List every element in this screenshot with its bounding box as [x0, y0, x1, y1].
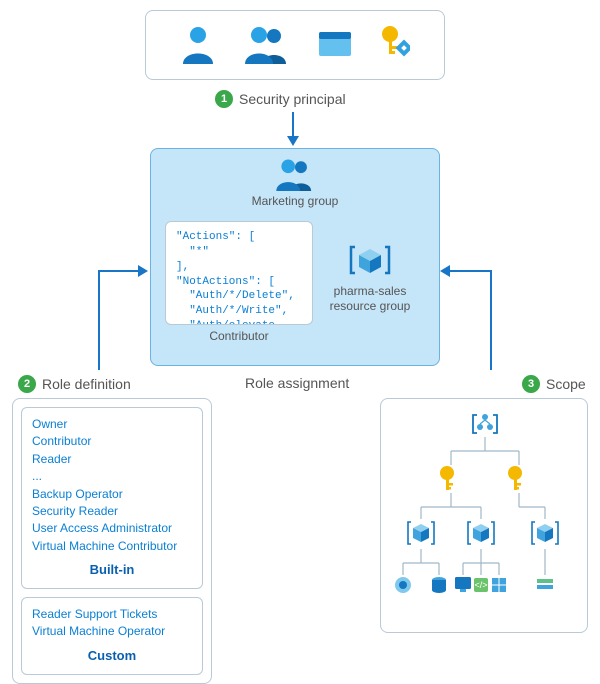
custom-roles-card: Reader Support Tickets Virtual Machine O…	[21, 597, 203, 675]
builtin-role-item: Virtual Machine Contributor	[32, 538, 192, 555]
role-definition-panel: Owner Contributor Reader ... Backup Oper…	[12, 398, 212, 684]
service-principal-icon	[318, 29, 352, 62]
assignment-group-name: Marketing group	[151, 194, 439, 208]
custom-heading: Custom	[32, 647, 192, 666]
assignment-group: Marketing group	[151, 157, 439, 208]
builtin-role-item: Owner	[32, 416, 192, 433]
builtin-role-item: ...	[32, 468, 192, 485]
step-2-badge: 2	[18, 375, 36, 393]
builtin-heading: Built-in	[32, 561, 192, 580]
builtin-role-item: Contributor	[32, 433, 192, 450]
step-3-badge: 3	[522, 375, 540, 393]
custom-role-item: Virtual Machine Operator	[32, 623, 192, 640]
svg-text:</>: </>	[474, 580, 487, 590]
builtin-roles-card: Owner Contributor Reader ... Backup Oper…	[21, 407, 203, 589]
role-definition-text: Role definition	[42, 376, 131, 392]
security-principal-text: Security principal	[239, 91, 346, 107]
builtin-role-item: Backup Operator	[32, 486, 192, 503]
assignment-scope-name: pharma-sales resource group	[321, 284, 419, 314]
managed-identity-icon	[380, 24, 410, 67]
role-assignment-panel: Marketing group "Actions": [ "*" ], "Not…	[150, 148, 440, 366]
resource-group-icon	[349, 239, 391, 284]
scope-hierarchy-diagram: </>	[381, 399, 589, 634]
scope-panel: </>	[380, 398, 588, 633]
role-assignment-label: Role assignment	[245, 375, 349, 391]
assignment-role: "Actions": [ "*" ], "NotActions": [ "Aut…	[165, 221, 313, 343]
group-icon	[275, 157, 315, 194]
scope-text: Scope	[546, 376, 586, 392]
group-icon	[244, 24, 290, 67]
builtin-role-item: User Access Administrator	[32, 520, 192, 537]
step-1-badge: 1	[215, 90, 233, 108]
role-json-snippet: "Actions": [ "*" ], "NotActions": [ "Aut…	[165, 221, 313, 325]
scope-label: 3 Scope	[522, 375, 586, 393]
builtin-role-item: Security Reader	[32, 503, 192, 520]
security-principal-label: 1 Security principal	[215, 90, 346, 108]
assignment-role-name: Contributor	[165, 329, 313, 343]
security-principal-panel	[145, 10, 445, 80]
role-definition-label: 2 Role definition	[18, 375, 131, 393]
assignment-scope: pharma-sales resource group	[321, 239, 419, 314]
custom-role-item: Reader Support Tickets	[32, 606, 192, 623]
user-icon	[180, 24, 216, 67]
builtin-role-item: Reader	[32, 451, 192, 468]
